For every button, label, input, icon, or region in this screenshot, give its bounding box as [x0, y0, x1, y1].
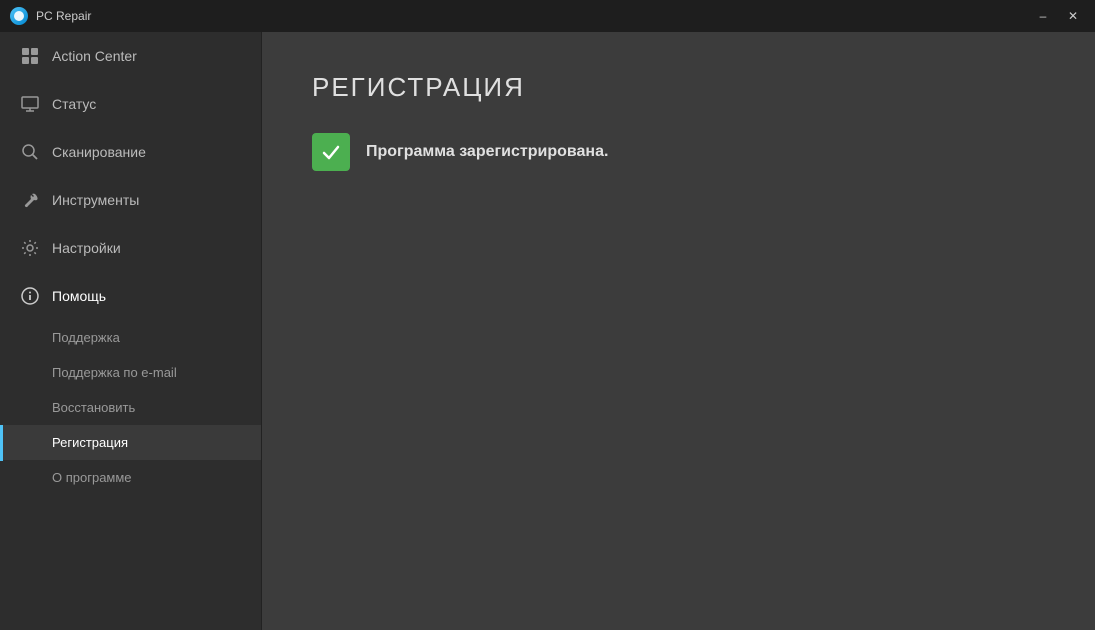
main-layout: Action Center Статус Сканирование: [0, 32, 1095, 630]
sidebar-item-action-center[interactable]: Action Center: [0, 32, 261, 80]
minimize-button[interactable]: –: [1029, 5, 1057, 27]
sidebar-label-action-center: Action Center: [52, 48, 137, 64]
registration-status-text: Программа зарегистрирована.: [366, 143, 608, 161]
search-icon: [20, 142, 40, 162]
sidebar-item-help[interactable]: Помощь: [0, 272, 261, 320]
sidebar-subitem-about[interactable]: О программе: [0, 460, 261, 495]
sidebar-label-status: Статус: [52, 96, 96, 112]
sidebar-item-scan[interactable]: Сканирование: [0, 128, 261, 176]
sidebar: Action Center Статус Сканирование: [0, 32, 262, 630]
sidebar-label-scan: Сканирование: [52, 144, 146, 160]
sidebar-item-settings[interactable]: Настройки: [0, 224, 261, 272]
sidebar-subitem-support[interactable]: Поддержка: [0, 320, 261, 355]
wrench-icon: [20, 190, 40, 210]
sidebar-subitem-registration[interactable]: Регистрация: [0, 425, 261, 460]
close-button[interactable]: ✕: [1059, 5, 1087, 27]
grid-icon: [20, 46, 40, 66]
sidebar-label-settings: Настройки: [52, 240, 121, 256]
titlebar-left: PC Repair: [10, 7, 91, 25]
monitor-icon: [20, 94, 40, 114]
sidebar-item-tools[interactable]: Инструменты: [0, 176, 261, 224]
sidebar-label-tools: Инструменты: [52, 192, 139, 208]
check-badge: [312, 133, 350, 171]
sidebar-subitem-email-support[interactable]: Поддержка по e-mail: [0, 355, 261, 390]
info-icon: [20, 286, 40, 306]
registration-status: Программа зарегистрирована.: [312, 133, 1045, 171]
gear-icon: [20, 238, 40, 258]
subnav-label-support: Поддержка: [52, 330, 120, 345]
sidebar-item-status[interactable]: Статус: [0, 80, 261, 128]
sidebar-subitem-restore[interactable]: Восстановить: [0, 390, 261, 425]
app-icon: [10, 7, 28, 25]
page-title: РЕГИСТРАЦИЯ: [312, 72, 1045, 103]
titlebar: PC Repair – ✕: [0, 0, 1095, 32]
subnav-label-restore: Восстановить: [52, 400, 135, 415]
checkmark-icon: [320, 141, 342, 163]
content-area: РЕГИСТРАЦИЯ Программа зарегистрирована.: [262, 32, 1095, 630]
subnav-label-registration: Регистрация: [52, 435, 128, 450]
app-title: PC Repair: [36, 9, 91, 23]
subnav-label-about: О программе: [52, 470, 132, 485]
subnav-label-email-support: Поддержка по e-mail: [52, 365, 177, 380]
titlebar-controls: – ✕: [1029, 5, 1087, 27]
sidebar-label-help: Помощь: [52, 288, 106, 304]
